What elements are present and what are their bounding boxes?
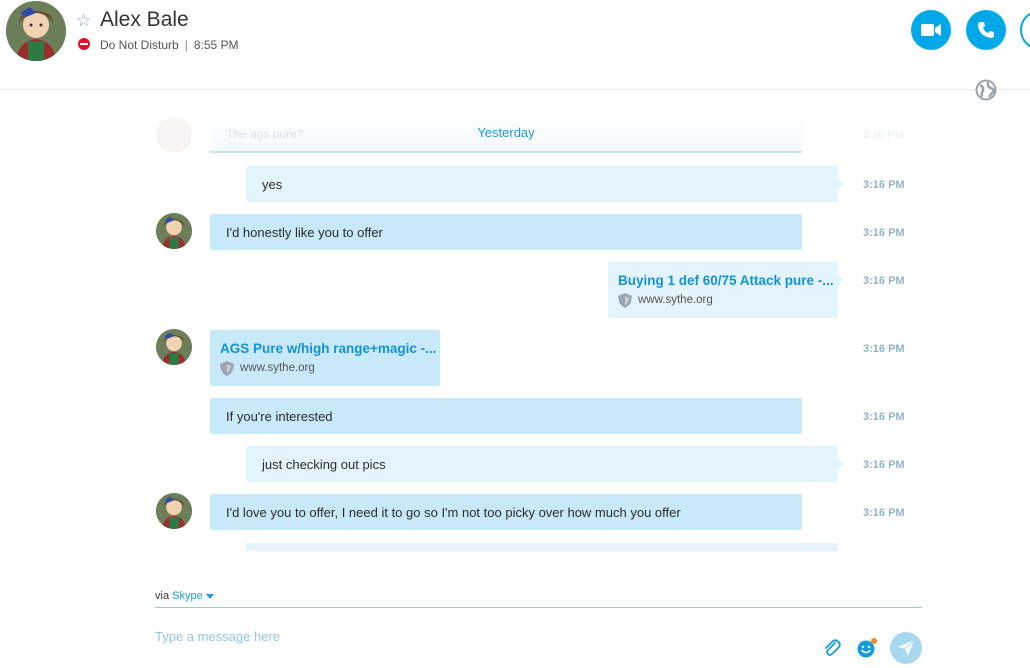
composer-divider bbox=[155, 607, 922, 608]
status-separator: | bbox=[184, 38, 188, 52]
phone-icon bbox=[978, 22, 994, 38]
do-not-disturb-icon bbox=[78, 38, 90, 50]
message-timestamp: 3:16 PM bbox=[863, 275, 905, 287]
site-shield-icon bbox=[618, 292, 632, 308]
send-arrow-icon bbox=[898, 639, 915, 656]
message-list[interactable]: The ags pure? Yesterday 3:16 PM yes 3:16… bbox=[0, 91, 1030, 551]
contact-name: Alex Bale bbox=[100, 8, 189, 31]
link-title[interactable]: AGS Pure w/high range+magic -... bbox=[220, 341, 436, 356]
message-input[interactable] bbox=[155, 626, 755, 646]
message-timestamp: 3:16 PM bbox=[863, 459, 905, 471]
outgoing-message[interactable]: yes bbox=[246, 166, 844, 202]
presence-status: Do Not Disturb bbox=[100, 38, 179, 52]
link-host-text: www.sythe.org bbox=[638, 294, 713, 306]
link-host-text: www.sythe.org bbox=[240, 362, 315, 374]
link-host: www.sythe.org bbox=[618, 292, 713, 308]
video-camera-icon bbox=[921, 24, 941, 36]
contact-status-line: Do Not Disturb | 8:55 PM bbox=[100, 38, 239, 52]
send-message-button[interactable] bbox=[890, 632, 922, 664]
add-participant-button[interactable] bbox=[1020, 10, 1030, 50]
message-text: yes bbox=[262, 176, 283, 192]
contact-avatar-small[interactable] bbox=[156, 213, 192, 249]
message-text: just checking out pics bbox=[262, 456, 386, 472]
contact-avatar-small[interactable] bbox=[156, 493, 192, 529]
message-timestamp: 3:16 PM bbox=[863, 411, 905, 423]
chevron-down-icon[interactable] bbox=[205, 593, 214, 599]
partially-visible-message[interactable] bbox=[246, 543, 838, 551]
skype-chat-window: ☆ Alex Bale Do Not Disturb | 8:55 PM The a… bbox=[0, 0, 1030, 668]
message-text: I'd love you to offer, I need it to go s… bbox=[226, 504, 681, 520]
video-call-button[interactable] bbox=[911, 10, 951, 50]
conversation-header: ☆ Alex Bale Do Not Disturb | 8:55 PM bbox=[0, 0, 1030, 101]
via-service[interactable]: Skype bbox=[172, 590, 203, 602]
incoming-link-preview[interactable]: AGS Pure w/high range+magic -... www.syt… bbox=[210, 330, 440, 386]
outgoing-link-preview[interactable]: Buying 1 def 60/75 Attack pure -... www.… bbox=[608, 262, 844, 318]
day-separator-label: Yesterday bbox=[477, 125, 535, 140]
message-text: If you're interested bbox=[226, 408, 333, 424]
message-timestamp: 3:16 PM bbox=[863, 507, 905, 519]
via-label: via bbox=[155, 590, 170, 602]
message-text: I'd honestly like you to offer bbox=[226, 224, 383, 240]
paperclip-icon bbox=[825, 639, 841, 656]
site-shield-icon bbox=[220, 360, 234, 376]
day-separator: The ags pure? Yesterday bbox=[210, 113, 802, 153]
incoming-message[interactable]: If you're interested bbox=[210, 398, 802, 434]
favorite-star-icon[interactable]: ☆ bbox=[76, 12, 91, 29]
send-via-selector[interactable]: via Skype bbox=[155, 590, 214, 602]
faded-avatar bbox=[156, 117, 192, 153]
contact-avatar-small[interactable] bbox=[156, 329, 192, 365]
incoming-message[interactable]: I'd love you to offer, I need it to go s… bbox=[210, 494, 802, 530]
emoticon-button[interactable] bbox=[856, 637, 878, 659]
incoming-message[interactable]: I'd honestly like you to offer bbox=[210, 214, 802, 250]
message-timestamp: 3:16 PM bbox=[863, 343, 905, 355]
audio-call-button[interactable] bbox=[966, 10, 1006, 50]
message-timestamp: 3:16 PM bbox=[863, 227, 905, 239]
contact-avatar[interactable] bbox=[6, 1, 66, 61]
faded-timestamp: 3:16 PM bbox=[863, 129, 904, 141]
smiley-icon bbox=[857, 638, 877, 658]
attach-file-button[interactable] bbox=[821, 637, 843, 659]
outgoing-message[interactable]: just checking out pics bbox=[246, 446, 844, 482]
link-title[interactable]: Buying 1 def 60/75 Attack pure -... bbox=[618, 273, 834, 288]
local-time: 8:55 PM bbox=[193, 38, 239, 52]
link-host: www.sythe.org bbox=[220, 360, 315, 376]
message-timestamp: 3:16 PM bbox=[863, 179, 905, 191]
